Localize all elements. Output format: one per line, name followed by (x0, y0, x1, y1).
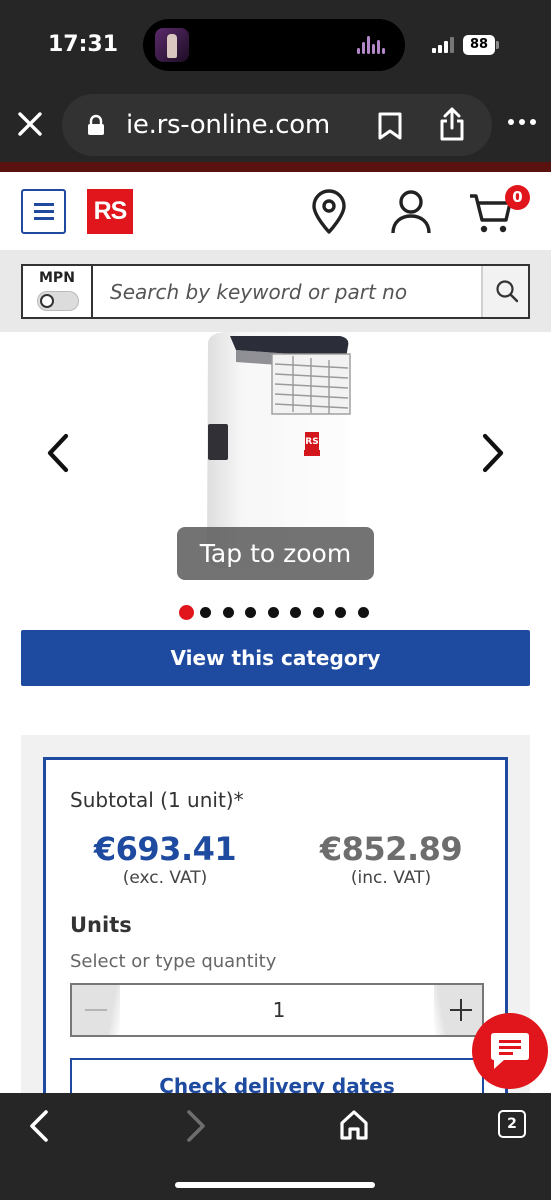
rs-logo[interactable]: RS (87, 189, 133, 234)
forward-arrow-icon[interactable] (181, 1109, 211, 1143)
chat-bubble-icon (491, 1033, 529, 1069)
audio-waveform-icon (357, 36, 387, 54)
search-input[interactable] (95, 266, 481, 317)
price-panel: Subtotal (1 unit)* €693.41 (exc. VAT) €8… (21, 735, 530, 1118)
gallery-dot[interactable] (267, 607, 279, 618)
svg-text:RS: RS (305, 437, 318, 447)
price-including-vat: €852.89 (inc. VAT) (296, 830, 486, 888)
mpn-switch[interactable] (37, 291, 79, 311)
search-bar: MPN (21, 264, 530, 319)
menu-button[interactable] (21, 189, 66, 234)
gallery-dot[interactable] (312, 607, 324, 618)
chat-button[interactable] (472, 1013, 548, 1089)
price-excluding-vat: €693.41 (exc. VAT) (70, 830, 260, 888)
product-gallery: RS Tap to zoom (0, 332, 551, 622)
gallery-dot[interactable] (335, 607, 346, 618)
account-icon[interactable] (390, 189, 432, 235)
url-field[interactable]: ie.rs-online.com (62, 94, 492, 156)
units-hint: Select or type quantity (70, 951, 277, 972)
battery-icon: 88 (463, 35, 495, 55)
view-category-button[interactable]: View this category (21, 630, 530, 686)
previous-image-arrow-icon[interactable] (42, 432, 74, 474)
gallery-dot[interactable] (179, 605, 194, 620)
tap-to-zoom-button[interactable]: Tap to zoom (177, 527, 374, 580)
signal-icon (432, 37, 458, 53)
browser-toolbar: 2 (0, 1093, 551, 1200)
site-header: RS (0, 172, 551, 250)
gallery-dot[interactable] (222, 607, 234, 618)
mpn-label: MPN (39, 270, 75, 286)
gallery-dot[interactable] (357, 607, 369, 618)
tabs-button[interactable]: 2 (498, 1110, 526, 1138)
increase-quantity-button[interactable] (434, 985, 482, 1035)
subtotal-label: Subtotal (1 unit)* (70, 788, 244, 812)
close-icon[interactable] (14, 108, 46, 140)
price-ex-vat-amount: €693.41 (93, 830, 237, 868)
units-title: Units (70, 913, 132, 937)
brand-strip (0, 162, 551, 172)
price-card: Subtotal (1 unit)* €693.41 (exc. VAT) €8… (43, 757, 508, 1118)
lock-icon (88, 114, 104, 135)
cart-count-badge: 0 (505, 185, 530, 210)
back-arrow-icon[interactable] (24, 1109, 54, 1143)
minus-icon (85, 1009, 107, 1011)
mpn-toggle[interactable]: MPN (23, 266, 93, 317)
gallery-pagination-dots (179, 605, 379, 621)
location-pin-icon[interactable] (309, 189, 349, 235)
home-icon[interactable] (338, 1108, 370, 1142)
gallery-dot[interactable] (245, 607, 256, 618)
inc-vat-label: (inc. VAT) (350, 868, 432, 888)
status-time: 17:31 (48, 32, 119, 57)
share-icon[interactable] (438, 106, 466, 142)
browser-address-bar: ie.rs-online.com (0, 88, 551, 162)
quantity-stepper: 1 (70, 983, 484, 1037)
decrease-quantity-button[interactable] (72, 985, 120, 1035)
quantity-input[interactable]: 1 (120, 985, 438, 1035)
gallery-dot[interactable] (200, 607, 211, 618)
search-icon (496, 280, 519, 303)
browser-screen: 17:31 88 ie.rs-online.com RS 0 MPN Searc… (0, 0, 551, 1200)
dynamic-island[interactable] (143, 19, 405, 71)
plus-icon-v (459, 999, 463, 1021)
next-image-arrow-icon[interactable] (477, 432, 509, 474)
more-options-icon[interactable] (508, 119, 536, 127)
url-text: ie.rs-online.com (126, 110, 330, 140)
now-playing-thumbnail (155, 28, 189, 62)
search-button[interactable] (481, 266, 528, 317)
status-bar: 17:31 88 (0, 0, 551, 88)
ex-vat-label: (exc. VAT) (122, 868, 208, 888)
search-section: MPN (0, 250, 551, 332)
bookmark-icon[interactable] (377, 111, 403, 141)
home-indicator[interactable] (175, 1182, 375, 1188)
gallery-dot[interactable] (290, 607, 301, 618)
battery-tip (496, 41, 499, 49)
price-inc-vat-amount: €852.89 (319, 830, 463, 868)
